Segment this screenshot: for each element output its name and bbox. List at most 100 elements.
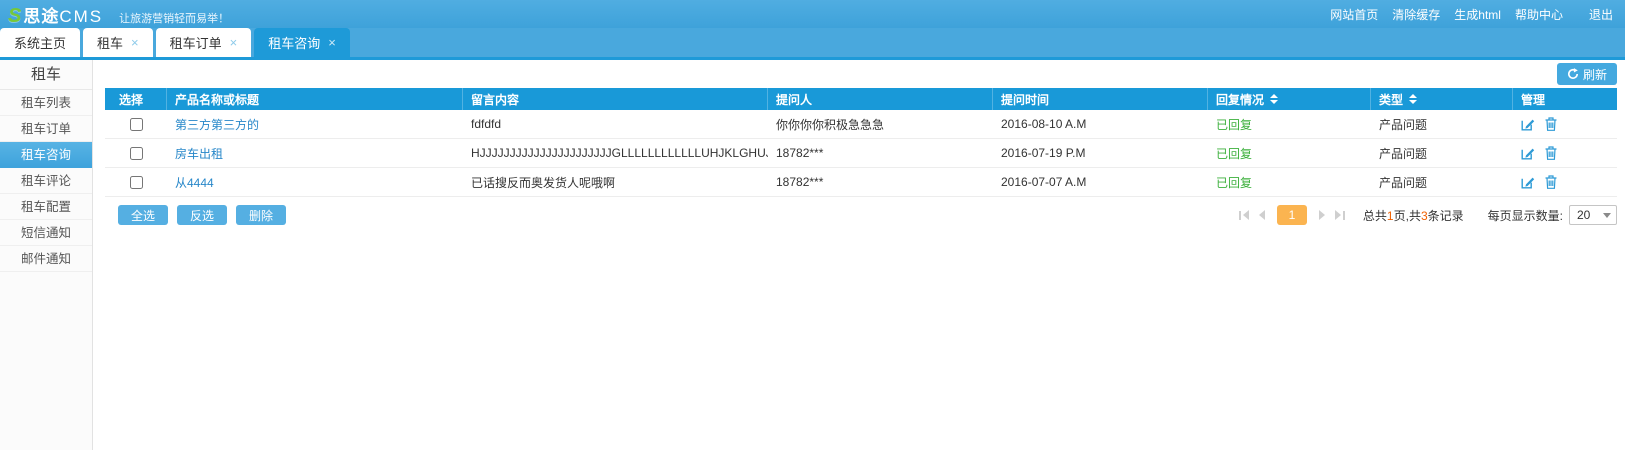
manage-cell xyxy=(1513,139,1617,167)
per-page-control: 每页显示数量: 20 xyxy=(1488,205,1617,225)
per-page-select[interactable]: 20 xyxy=(1569,205,1617,225)
message-cell: HJJJJJJJJJJJJJJJJJJJJJJGLLLLLLLLLLLLUHJK… xyxy=(463,139,768,167)
tab-zuche[interactable]: 租车 × xyxy=(83,28,153,57)
total-pages-value: 1 xyxy=(1387,209,1394,223)
tab-label: 租车咨询 xyxy=(268,33,320,52)
col-header-asker: 提问人 xyxy=(768,88,993,110)
time-cell: 2016-08-10 A.M xyxy=(993,110,1208,138)
invert-selection-button[interactable]: 反选 xyxy=(177,205,227,225)
total-records-value: 3 xyxy=(1421,209,1428,223)
product-title-link[interactable]: 房车出租 xyxy=(175,145,223,162)
bulk-actions: 全选 反选 删除 xyxy=(105,205,286,225)
asker-cell: 18782*** xyxy=(768,139,993,167)
reply-status-cell: 已回复 xyxy=(1208,110,1371,138)
col-header-type: 类型 xyxy=(1371,88,1513,110)
asker-cell: 你你你你积极急急急 xyxy=(768,110,993,138)
message-cell: fdfdfd xyxy=(463,110,768,138)
refresh-button[interactable]: 刷新 xyxy=(1557,63,1617,85)
action-bar: 全选 反选 删除 1 总共1页,共3条记录 每页显示数量: 20 xyxy=(105,205,1617,225)
product-title-link[interactable]: 从4444 xyxy=(175,174,214,191)
per-page-label: 每页显示数量: xyxy=(1488,207,1563,224)
row-checkbox[interactable] xyxy=(130,118,143,131)
table-row: 第三方第三方的 fdfdfd 你你你你积极急急急 2016-08-10 A.M … xyxy=(105,110,1617,139)
link-logout[interactable]: 退出 xyxy=(1589,6,1613,23)
tab-zuche-orders[interactable]: 租车订单 × xyxy=(156,28,252,57)
time-cell: 2016-07-19 P.M xyxy=(993,139,1208,167)
message-cell: 已话搜反而奥发货人呢哦啊 xyxy=(463,168,768,196)
sidebar-item-zuche-comments[interactable]: 租车评论 xyxy=(0,168,92,194)
top-header-bar: S 思途CMS 让旅游营销轻而易举！ 网站首页 清除缓存 生成html 帮助中心… xyxy=(0,0,1625,28)
logo-s-icon: S xyxy=(8,6,21,26)
main-content: 刷新 选择 产品名称或标题 留言内容 提问人 提问时间 回复情况 类型 管理 xyxy=(93,60,1625,450)
sort-icon[interactable] xyxy=(1270,94,1278,104)
reply-status-cell: 已回复 xyxy=(1208,139,1371,167)
current-page-button[interactable]: 1 xyxy=(1277,205,1307,225)
col-header-message: 留言内容 xyxy=(463,88,768,110)
delete-button[interactable]: 删除 xyxy=(236,205,286,225)
tab-close-icon[interactable]: × xyxy=(131,36,139,49)
asker-cell: 18782*** xyxy=(768,168,993,196)
type-cell: 产品问题 xyxy=(1371,139,1513,167)
tab-label: 系统主页 xyxy=(14,33,66,52)
tab-zuche-inquiry[interactable]: 租车咨询 × xyxy=(254,28,350,57)
refresh-icon xyxy=(1567,68,1579,80)
link-site-home[interactable]: 网站首页 xyxy=(1330,6,1378,23)
tab-bar: 系统主页 租车 × 租车订单 × 租车咨询 × xyxy=(0,28,1625,60)
delete-icon[interactable] xyxy=(1545,175,1557,189)
tab-close-icon[interactable]: × xyxy=(230,36,238,49)
link-generate-html[interactable]: 生成html xyxy=(1454,6,1501,23)
tab-system-home[interactable]: 系统主页 xyxy=(0,28,80,57)
sidebar-item-zuche-config[interactable]: 租车配置 xyxy=(0,194,92,220)
reply-status-cell: 已回复 xyxy=(1208,168,1371,196)
edit-icon[interactable] xyxy=(1521,175,1535,189)
select-all-button[interactable]: 全选 xyxy=(118,205,168,225)
last-page-icon[interactable] xyxy=(1333,210,1347,220)
chevron-down-icon xyxy=(1603,213,1611,218)
brand-tagline: 让旅游营销轻而易举！ xyxy=(119,10,229,26)
col-header-reply-status: 回复情况 xyxy=(1208,88,1371,110)
brand-logo: S 思途CMS 让旅游营销轻而易举！ xyxy=(8,2,229,27)
row-checkbox[interactable] xyxy=(130,147,143,160)
refresh-label: 刷新 xyxy=(1583,66,1607,83)
col-header-label: 类型 xyxy=(1379,91,1403,108)
sidebar: 租车 租车列表 租车订单 租车咨询 租车评论 租车配置 短信通知 邮件通知 xyxy=(0,60,93,450)
toolbar: 刷新 xyxy=(105,60,1617,88)
col-header-manage: 管理 xyxy=(1513,88,1617,110)
row-checkbox[interactable] xyxy=(130,176,143,189)
link-help-center[interactable]: 帮助中心 xyxy=(1515,6,1563,23)
prev-page-icon[interactable] xyxy=(1257,210,1267,220)
manage-cell xyxy=(1513,110,1617,138)
sidebar-item-zuche-orders[interactable]: 租车订单 xyxy=(0,116,92,142)
per-page-value: 20 xyxy=(1577,208,1590,222)
tab-label: 租车订单 xyxy=(170,33,222,52)
top-nav-links: 网站首页 清除缓存 生成html 帮助中心 退出 xyxy=(1330,6,1613,23)
col-header-title: 产品名称或标题 xyxy=(167,88,463,110)
type-cell: 产品问题 xyxy=(1371,168,1513,196)
link-clear-cache[interactable]: 清除缓存 xyxy=(1392,6,1440,23)
tab-close-icon[interactable]: × xyxy=(328,36,336,49)
edit-icon[interactable] xyxy=(1521,146,1535,160)
sidebar-title: 租车 xyxy=(0,60,92,90)
delete-icon[interactable] xyxy=(1545,117,1557,131)
time-cell: 2016-07-07 A.M xyxy=(993,168,1208,196)
table-header-row: 选择 产品名称或标题 留言内容 提问人 提问时间 回复情况 类型 管理 xyxy=(105,88,1617,110)
col-header-select: 选择 xyxy=(105,88,167,110)
edit-icon[interactable] xyxy=(1521,117,1535,131)
col-header-label: 回复情况 xyxy=(1216,91,1264,108)
delete-icon[interactable] xyxy=(1545,146,1557,160)
manage-cell xyxy=(1513,168,1617,196)
inquiry-table: 选择 产品名称或标题 留言内容 提问人 提问时间 回复情况 类型 管理 第三方第… xyxy=(105,88,1617,197)
sidebar-item-zuche-inquiry[interactable]: 租车咨询 xyxy=(0,142,92,168)
next-page-icon[interactable] xyxy=(1317,210,1327,220)
sidebar-item-sms-notify[interactable]: 短信通知 xyxy=(0,220,92,246)
table-row: 从4444 已话搜反而奥发货人呢哦啊 18782*** 2016-07-07 A… xyxy=(105,168,1617,197)
sort-icon[interactable] xyxy=(1409,94,1417,104)
product-title-link[interactable]: 第三方第三方的 xyxy=(175,116,259,133)
sidebar-item-zuche-list[interactable]: 租车列表 xyxy=(0,90,92,116)
brand-name: 思途CMS xyxy=(23,2,103,27)
first-page-icon[interactable] xyxy=(1237,210,1251,220)
pagination: 1 总共1页,共3条记录 每页显示数量: 20 xyxy=(1237,205,1617,225)
sidebar-item-email-notify[interactable]: 邮件通知 xyxy=(0,246,92,272)
tab-label: 租车 xyxy=(97,33,123,52)
table-row: 房车出租 HJJJJJJJJJJJJJJJJJJJJJJGLLLLLLLLLLL… xyxy=(105,139,1617,168)
